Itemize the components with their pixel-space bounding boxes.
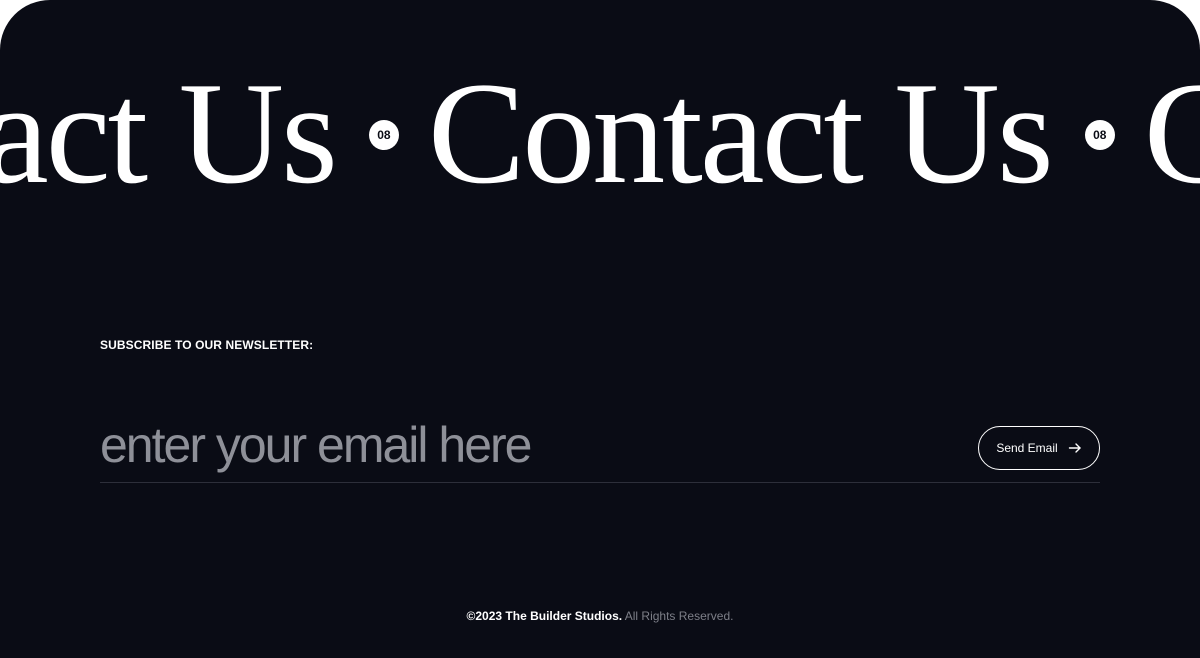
marquee-track: Contact Us 08 Contact Us 08 Contact Us 0… — [0, 58, 1200, 208]
footer-rights: All Rights Reserved. — [624, 609, 734, 623]
marquee-word: Contact Us — [1143, 58, 1200, 208]
newsletter-label: SUBSCRIBE TO OUR NEWSLETTER: — [100, 338, 314, 352]
marquee-word: Contact Us — [427, 58, 1054, 208]
contact-marquee: Contact Us 08 Contact Us 08 Contact Us 0… — [0, 58, 1200, 208]
marquee-word: Contact Us — [0, 58, 338, 208]
contact-section: Contact Us 08 Contact Us 08 Contact Us 0… — [0, 0, 1200, 658]
footer-copyright: ©2023 The Builder Studios. — [466, 609, 623, 623]
footer: ©2023 The Builder Studios. All Rights Re… — [0, 609, 1200, 623]
send-email-label: Send Email — [996, 441, 1058, 455]
send-email-button[interactable]: Send Email — [978, 426, 1100, 470]
arrow-right-icon — [1068, 441, 1082, 455]
email-input[interactable] — [100, 410, 940, 480]
marquee-badge: 08 — [1084, 120, 1115, 150]
marquee-badge: 08 — [368, 120, 399, 150]
newsletter-form: Send Email — [100, 410, 1100, 483]
